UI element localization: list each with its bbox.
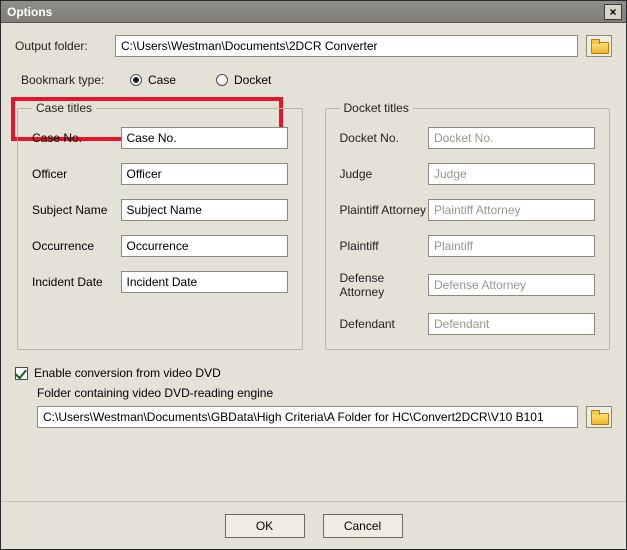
- titlebar: Options ×: [1, 1, 626, 23]
- officer-input[interactable]: [121, 163, 288, 185]
- occurrence-row: Occurrence: [32, 235, 288, 257]
- options-dialog: Options × Output folder: Bookmark type: …: [0, 0, 627, 550]
- radio-icon: [216, 74, 228, 86]
- folder-icon: [591, 411, 607, 423]
- window-title: Options: [7, 5, 604, 19]
- defendant-input: [428, 313, 595, 335]
- bookmark-type-docket-radio[interactable]: Docket: [216, 73, 271, 87]
- plaintiff-row: Plaintiff: [340, 235, 596, 257]
- output-folder-row: Output folder:: [15, 35, 612, 57]
- occurrence-input[interactable]: [121, 235, 288, 257]
- defense-attorney-row: Defense Attorney: [340, 271, 596, 299]
- radio-label: Docket: [234, 73, 271, 87]
- defense-attorney-label: Defense Attorney: [340, 271, 429, 299]
- bookmark-type-row: Bookmark type: Case Docket: [15, 67, 612, 93]
- case-no-input[interactable]: [121, 127, 288, 149]
- bookmark-type-case-radio[interactable]: Case: [130, 73, 176, 87]
- plaintiff-attorney-row: Plaintiff Attorney: [340, 199, 596, 221]
- folder-icon: [591, 40, 607, 52]
- defense-attorney-input: [428, 274, 595, 296]
- dvd-folder-label: Folder containing video DVD-reading engi…: [37, 386, 612, 400]
- enable-dvd-row: Enable conversion from video DVD: [15, 366, 612, 380]
- case-titles-group: Case titles Case No. Officer Subject Nam…: [17, 101, 303, 350]
- plaintiff-label: Plaintiff: [340, 239, 429, 253]
- judge-row: Judge: [340, 163, 596, 185]
- bookmark-type-label: Bookmark type:: [21, 73, 126, 87]
- button-bar: OK Cancel: [1, 501, 626, 549]
- docket-titles-legend: Docket titles: [340, 101, 413, 115]
- docket-titles-group: Docket titles Docket No. Judge Plaintiff…: [325, 101, 611, 350]
- dialog-content: Output folder: Bookmark type: Case Docke…: [1, 23, 626, 501]
- browse-dvd-folder-button[interactable]: [586, 406, 612, 428]
- defendant-label: Defendant: [340, 317, 429, 331]
- occurrence-label: Occurrence: [32, 239, 121, 253]
- subject-name-row: Subject Name: [32, 199, 288, 221]
- incident-date-input[interactable]: [121, 271, 288, 293]
- case-no-label: Case No.: [32, 131, 121, 145]
- bookmark-type-radio-group: Case Docket: [130, 73, 271, 87]
- browse-output-folder-button[interactable]: [586, 35, 612, 57]
- plaintiff-attorney-input: [428, 199, 595, 221]
- officer-label: Officer: [32, 167, 121, 181]
- enable-dvd-label: Enable conversion from video DVD: [34, 366, 221, 380]
- subject-name-label: Subject Name: [32, 203, 121, 217]
- close-button[interactable]: ×: [604, 4, 622, 20]
- title-groups: Case titles Case No. Officer Subject Nam…: [15, 101, 612, 350]
- subject-name-input[interactable]: [121, 199, 288, 221]
- cancel-button[interactable]: Cancel: [323, 514, 403, 538]
- defendant-row: Defendant: [340, 313, 596, 335]
- close-icon: ×: [609, 6, 616, 18]
- radio-label: Case: [148, 73, 176, 87]
- incident-date-row: Incident Date: [32, 271, 288, 293]
- judge-input: [428, 163, 595, 185]
- ok-button[interactable]: OK: [225, 514, 305, 538]
- dvd-folder-row: [37, 406, 612, 428]
- judge-label: Judge: [340, 167, 429, 181]
- docket-no-row: Docket No.: [340, 127, 596, 149]
- dvd-section: Enable conversion from video DVD Folder …: [15, 366, 612, 428]
- output-folder-label: Output folder:: [15, 39, 115, 53]
- docket-no-input: [428, 127, 595, 149]
- plaintiff-attorney-label: Plaintiff Attorney: [340, 203, 429, 217]
- docket-no-label: Docket No.: [340, 131, 429, 145]
- output-folder-input[interactable]: [115, 35, 578, 57]
- officer-row: Officer: [32, 163, 288, 185]
- plaintiff-input: [428, 235, 595, 257]
- incident-date-label: Incident Date: [32, 275, 121, 289]
- dvd-folder-input[interactable]: [37, 406, 578, 428]
- case-no-row: Case No.: [32, 127, 288, 149]
- case-titles-legend: Case titles: [32, 101, 96, 115]
- radio-icon: [130, 74, 142, 86]
- enable-dvd-checkbox[interactable]: [15, 367, 28, 380]
